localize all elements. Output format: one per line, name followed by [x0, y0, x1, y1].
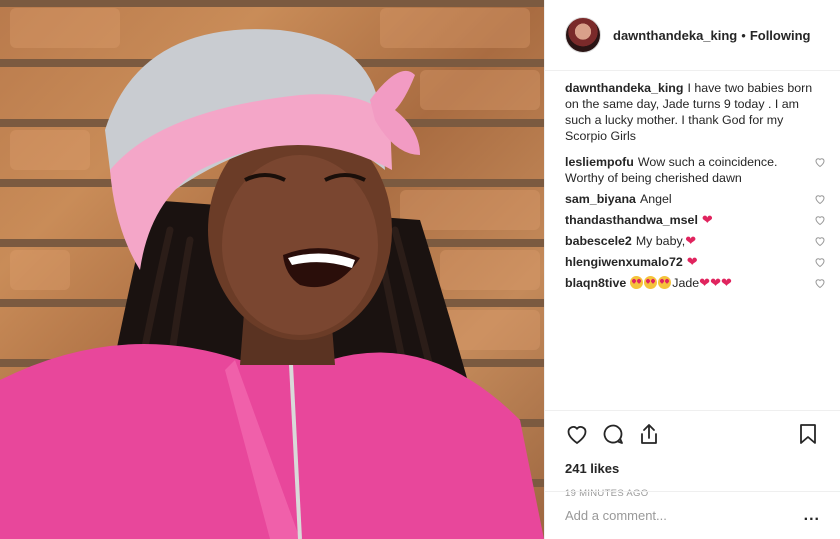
- comment-list: dawnthandeka_king I have two babies born …: [565, 80, 826, 405]
- post-header: dawnthandeka_king • Following: [545, 0, 840, 71]
- like-count[interactable]: 241 likes: [565, 461, 820, 476]
- comment-like-heart-icon[interactable]: [814, 193, 826, 205]
- caption-username[interactable]: dawnthandeka_king: [565, 81, 683, 95]
- comment-icon[interactable]: [601, 422, 625, 446]
- comment-username[interactable]: sam_biyana: [565, 192, 636, 206]
- share-icon[interactable]: [637, 422, 661, 446]
- comment-like-heart-icon[interactable]: [814, 235, 826, 247]
- user-avatar[interactable]: [565, 17, 601, 53]
- comment-text: Angel: [639, 192, 672, 206]
- comment-like-heart-icon[interactable]: [814, 156, 826, 168]
- comment-text: My baby,: [635, 234, 686, 248]
- comment-item: sam_biyana Angel: [565, 191, 826, 207]
- comment-item: hlengiwenxumalo72 ❤: [565, 254, 826, 270]
- header-separator: •: [741, 27, 746, 43]
- post-caption: dawnthandeka_king I have two babies born …: [565, 80, 826, 144]
- comment-text: Jade: [672, 276, 700, 290]
- comment-username[interactable]: blaqn8tive: [565, 276, 626, 290]
- bookmark-icon[interactable]: [796, 422, 820, 446]
- heart-eyes-emoji: [630, 276, 644, 289]
- post-photo[interactable]: [0, 0, 544, 539]
- post-actions: 241 likes 19 MINUTES AGO: [545, 410, 840, 499]
- photo-illustration: [0, 8, 544, 539]
- red-heart-emoji: ❤: [701, 212, 713, 227]
- comment-input[interactable]: [565, 508, 804, 523]
- add-comment-bar: ...: [545, 491, 840, 539]
- comment-item: lesliempofu Wow such a coincidence. Worth…: [565, 154, 826, 186]
- heart-eyes-emoji: [658, 276, 672, 289]
- red-heart-emoji: ❤: [686, 254, 698, 269]
- header-username-link[interactable]: dawnthandeka_king: [613, 28, 737, 43]
- comment-item: babescele2 My baby,❤: [565, 233, 826, 249]
- comment-like-heart-icon[interactable]: [814, 256, 826, 268]
- comment-item: blaqn8tive Jade❤❤❤: [565, 275, 826, 291]
- red-heart-emoji: ❤❤❤: [699, 275, 732, 290]
- comment-like-heart-icon[interactable]: [814, 214, 826, 226]
- heart-icon[interactable]: [565, 422, 589, 446]
- comment-username[interactable]: hlengiwenxumalo72: [565, 255, 683, 269]
- action-icon-row: [565, 421, 820, 447]
- post-details-panel: dawnthandeka_king • Following dawnthande…: [544, 0, 840, 539]
- comment-item: thandasthandwa_msel ❤: [565, 212, 826, 228]
- heart-eyes-emoji: [644, 276, 658, 289]
- comment-username[interactable]: thandasthandwa_msel: [565, 213, 698, 227]
- comment-username[interactable]: lesliempofu: [565, 155, 634, 169]
- comment-like-heart-icon[interactable]: [814, 277, 826, 289]
- red-heart-emoji: ❤: [685, 233, 697, 248]
- following-button[interactable]: Following: [750, 28, 811, 43]
- comment-username[interactable]: babescele2: [565, 234, 632, 248]
- more-options-icon[interactable]: ...: [804, 507, 820, 525]
